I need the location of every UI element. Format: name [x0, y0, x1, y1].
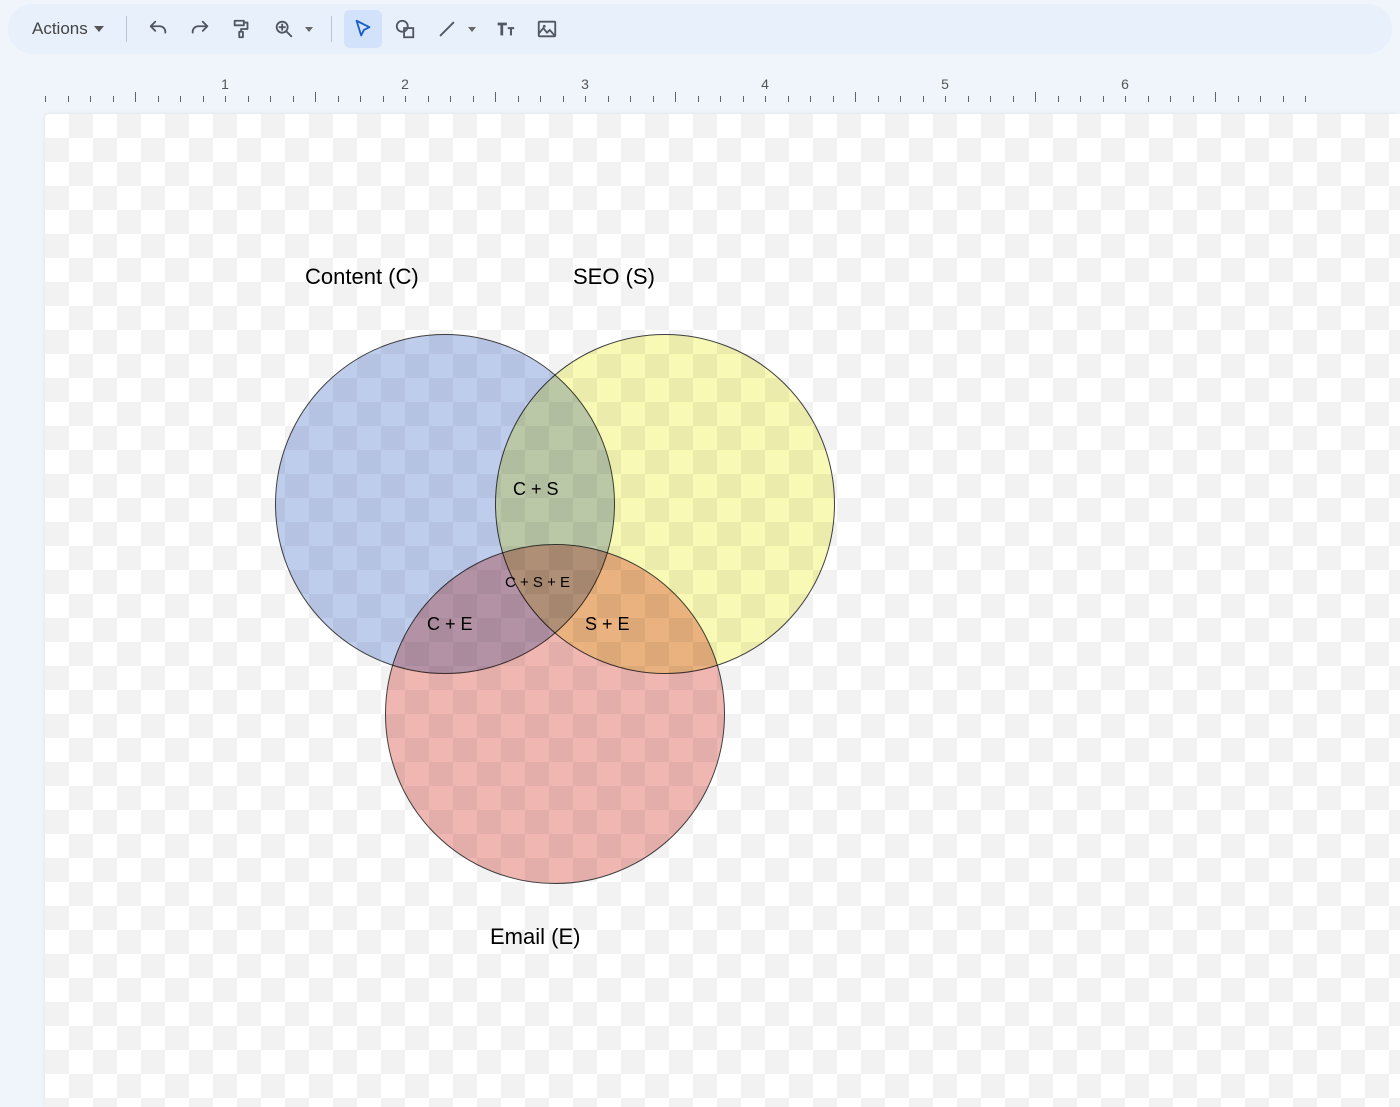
line-icon: [436, 18, 458, 40]
line-tool-button[interactable]: [428, 10, 466, 48]
zoom-button[interactable]: [265, 10, 303, 48]
redo-icon: [189, 18, 211, 40]
divider: [331, 16, 332, 42]
ruler-number: 3: [581, 76, 589, 92]
label-intersection-cs[interactable]: C + S: [513, 479, 559, 500]
chevron-down-icon[interactable]: [305, 27, 313, 32]
horizontal-ruler: 1 2 3 4 5 6: [0, 70, 1400, 102]
undo-icon: [147, 18, 169, 40]
toolbar: Actions: [8, 4, 1392, 54]
select-tool-button[interactable]: [344, 10, 382, 48]
textbox-tool-button[interactable]: [486, 10, 524, 48]
undo-button[interactable]: [139, 10, 177, 48]
divider: [126, 16, 127, 42]
chevron-down-icon: [94, 26, 104, 32]
label-intersection-cse[interactable]: C + S + E: [505, 574, 570, 591]
label-intersection-se[interactable]: S + E: [585, 614, 630, 635]
label-seo[interactable]: SEO (S): [573, 264, 655, 290]
label-content[interactable]: Content (C): [305, 264, 419, 290]
cursor-icon: [352, 18, 374, 40]
zoom-icon: [273, 18, 295, 40]
actions-label: Actions: [32, 19, 88, 39]
label-email[interactable]: Email (E): [490, 924, 580, 950]
drawing-canvas[interactable]: Content (C) SEO (S) Email (E) C + S C + …: [45, 114, 1400, 1107]
paint-roller-icon: [231, 18, 253, 40]
ruler-number: 6: [1121, 76, 1129, 92]
ruler-number: 2: [401, 76, 409, 92]
label-intersection-ce[interactable]: C + E: [427, 614, 473, 635]
paint-format-button[interactable]: [223, 10, 261, 48]
venn-circle-email[interactable]: [385, 544, 725, 884]
chevron-down-icon[interactable]: [468, 27, 476, 32]
redo-button[interactable]: [181, 10, 219, 48]
ruler-number: 1: [221, 76, 229, 92]
ruler-number: 5: [941, 76, 949, 92]
actions-menu[interactable]: Actions: [22, 13, 114, 45]
ruler-number: 4: [761, 76, 769, 92]
shape-icon: [394, 18, 416, 40]
image-tool-button[interactable]: [528, 10, 566, 48]
textbox-icon: [494, 18, 516, 40]
image-icon: [536, 18, 558, 40]
shape-tool-button[interactable]: [386, 10, 424, 48]
